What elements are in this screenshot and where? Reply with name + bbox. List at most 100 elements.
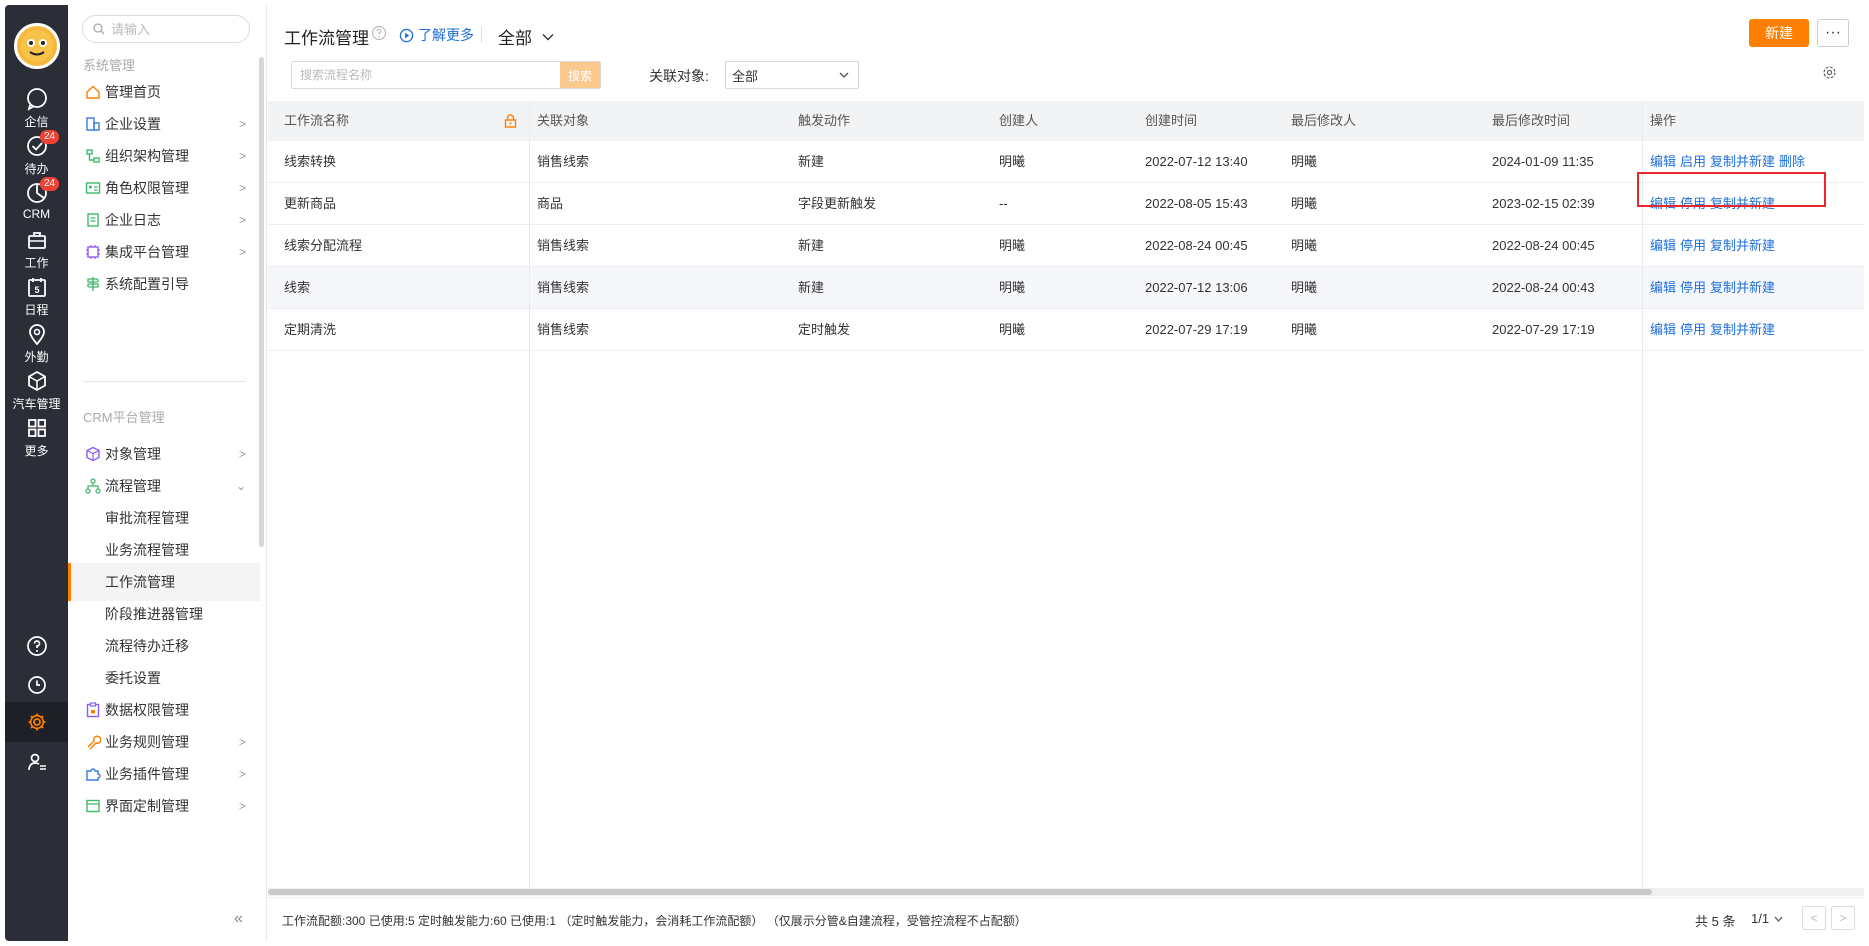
prev-page-button[interactable]: < bbox=[1802, 906, 1826, 930]
op-link-copy-new[interactable]: 复制并新建 bbox=[1710, 280, 1775, 295]
menu-search[interactable] bbox=[82, 15, 250, 43]
help-icon[interactable] bbox=[371, 25, 387, 41]
building-icon bbox=[84, 115, 102, 133]
table-row[interactable]: 定期清洗 销售线索 定时触发 明曦 2022-07-29 17:19 明曦 2022-07-… bbox=[268, 309, 1864, 351]
table-row[interactable]: 更新商品 商品 字段更新触发 -- 2022-08-05 15:43 明曦 2023-02-… bbox=[268, 183, 1864, 225]
table-footer: 工作流配额:300 已使用:5 定时触发能力:60 已使用:1 （定时触发能力，… bbox=[268, 897, 1864, 941]
settings-menu: 系统管理 管理首页 企业设置 > 组织架构管理 > 角色权限管理 > 企业日志 … bbox=[68, 5, 267, 941]
menu-item-config-guide[interactable]: 系统配置引导 bbox=[68, 265, 260, 303]
table-settings-icon[interactable] bbox=[1822, 65, 1837, 80]
search-icon bbox=[93, 23, 105, 35]
user-rail-button[interactable] bbox=[5, 742, 68, 782]
rail-item-car[interactable]: 汽车管理 bbox=[5, 369, 68, 419]
col-header-created[interactable]: 创建时间 bbox=[1129, 101, 1197, 141]
scope-value: 全部 bbox=[498, 29, 532, 48]
todo-badge: 24 bbox=[40, 130, 60, 144]
op-link-copy-new[interactable]: 复制并新建 bbox=[1710, 322, 1775, 337]
grid-icon bbox=[27, 419, 46, 437]
cell-modifier: 明曦 bbox=[1291, 154, 1318, 169]
cell-object: 销售线索 bbox=[537, 238, 590, 253]
new-workflow-button[interactable]: 新建 bbox=[1749, 19, 1809, 47]
table-row[interactable]: 线索转换 销售线索 新建 明曦 2022-07-12 13:40 明曦 2024-01-09… bbox=[268, 141, 1864, 183]
op-link-toggle[interactable]: 停用 bbox=[1680, 280, 1706, 295]
op-link-toggle[interactable]: 停用 bbox=[1680, 322, 1706, 337]
history-rail-button[interactable] bbox=[5, 665, 68, 705]
col-header-creator[interactable]: 创建人 bbox=[983, 101, 1038, 141]
wrench-icon bbox=[84, 733, 102, 751]
cell-modified: 2023-02-15 02:39 bbox=[1492, 196, 1595, 211]
chevron-right-icon: > bbox=[238, 799, 246, 813]
help-rail-button[interactable] bbox=[5, 626, 68, 666]
rail-item-todo[interactable]: 24 待办 bbox=[5, 130, 68, 184]
header-divider bbox=[481, 27, 482, 43]
rail-item-messages[interactable]: 企信 bbox=[5, 87, 68, 137]
lock-icon[interactable] bbox=[504, 114, 517, 128]
cell-created: 2022-07-12 13:06 bbox=[1145, 280, 1248, 295]
column-divider bbox=[529, 101, 530, 891]
col-header-modifier[interactable]: 最后修改人 bbox=[1275, 101, 1356, 141]
menu-item-label: 业务规则管理 bbox=[105, 734, 189, 750]
section-system-label: 系统管理 bbox=[83, 58, 136, 73]
op-link-edit[interactable]: 编辑 bbox=[1650, 322, 1676, 337]
scrollbar-thumb[interactable] bbox=[268, 889, 1652, 895]
workflow-search-input[interactable] bbox=[292, 62, 560, 88]
calendar-icon: 5 bbox=[27, 278, 46, 297]
rail-item-work[interactable]: 工作 bbox=[5, 228, 68, 278]
chevron-right-icon: > bbox=[238, 181, 246, 195]
next-page-button[interactable]: > bbox=[1831, 906, 1855, 930]
menu-item-ui-custom[interactable]: 界面定制管理 > bbox=[68, 787, 260, 825]
cell-name: 线索转换 bbox=[284, 154, 337, 169]
op-link-toggle[interactable]: 停用 bbox=[1680, 238, 1706, 253]
col-header-name[interactable]: 工作流名称 bbox=[268, 101, 349, 141]
search-button[interactable]: 搜索 bbox=[560, 62, 600, 88]
rail-item-field[interactable]: 外勤 bbox=[5, 322, 68, 372]
cell-ops: 编辑 停用 复制并新建 bbox=[1634, 267, 1779, 309]
cell-action: 新建 bbox=[798, 154, 825, 169]
cell-modifier: 明曦 bbox=[1291, 280, 1318, 295]
op-link-delete[interactable]: 删除 bbox=[1779, 154, 1805, 169]
menu-search-input[interactable] bbox=[111, 21, 241, 37]
scope-dropdown[interactable]: 全部 bbox=[498, 24, 554, 49]
chip-icon bbox=[84, 243, 102, 261]
cell-action: 新建 bbox=[798, 280, 825, 295]
op-link-toggle[interactable]: 启用 bbox=[1680, 154, 1706, 169]
gear-icon bbox=[28, 713, 45, 731]
menu-item-label: 流程待办迁移 bbox=[105, 638, 189, 654]
op-link-edit[interactable]: 编辑 bbox=[1650, 154, 1676, 169]
collapse-menu-button[interactable]: « bbox=[234, 910, 243, 928]
chevron-right-icon: > bbox=[238, 447, 246, 461]
flow-icon bbox=[84, 477, 102, 495]
menu-item-label: 企业设置 bbox=[105, 116, 161, 132]
related-object-select[interactable]: 全部 bbox=[725, 61, 859, 89]
menu-scrollbar[interactable] bbox=[259, 57, 264, 547]
col-header-modified[interactable]: 最后修改时间 bbox=[1476, 101, 1570, 141]
more-actions-button[interactable]: ··· bbox=[1817, 19, 1849, 47]
page-select[interactable]: 1/1 bbox=[1751, 911, 1783, 926]
rail-item-crm[interactable]: 24 CRM bbox=[5, 177, 68, 231]
signpost-icon bbox=[84, 275, 102, 293]
col-header-action[interactable]: 触发动作 bbox=[782, 101, 850, 141]
menu-item-label: 数据权限管理 bbox=[105, 702, 189, 718]
op-link-copy-new[interactable]: 复制并新建 bbox=[1710, 238, 1775, 253]
horizontal-scrollbar[interactable] bbox=[268, 888, 1864, 896]
table-row[interactable]: 线索 销售线索 新建 明曦 2022-07-12 13:06 明曦 2022-08-24 0… bbox=[268, 267, 1864, 309]
menu-item-label: 审批流程管理 bbox=[105, 510, 189, 526]
col-header-ops: 操作 bbox=[1634, 101, 1676, 141]
rail-item-more[interactable]: 更多 bbox=[5, 416, 68, 466]
learn-more-link[interactable]: 了解更多 bbox=[399, 25, 474, 45]
col-header-object[interactable]: 关联对象 bbox=[521, 101, 589, 141]
cell-creator: 明曦 bbox=[999, 154, 1026, 169]
menu-item-label: 系统配置引导 bbox=[105, 276, 189, 292]
cell-name: 线索 bbox=[284, 280, 311, 295]
rail-label: 日程 bbox=[24, 303, 49, 317]
cell-modified: 2022-08-24 00:45 bbox=[1492, 238, 1595, 253]
settings-rail-button[interactable] bbox=[5, 702, 68, 742]
crm-badge: 24 bbox=[40, 177, 60, 191]
menu-item-label: 工作流管理 bbox=[105, 574, 175, 590]
table-row[interactable]: 线索分配流程 销售线索 新建 明曦 2022-08-24 00:45 明曦 2022-08-… bbox=[268, 225, 1864, 267]
rail-item-schedule[interactable]: 5 日程 bbox=[5, 275, 68, 325]
op-link-edit[interactable]: 编辑 bbox=[1650, 238, 1676, 253]
col-header-label: 创建时间 bbox=[1145, 113, 1198, 128]
op-link-edit[interactable]: 编辑 bbox=[1650, 280, 1676, 295]
op-link-copy-new[interactable]: 复制并新建 bbox=[1710, 154, 1775, 169]
